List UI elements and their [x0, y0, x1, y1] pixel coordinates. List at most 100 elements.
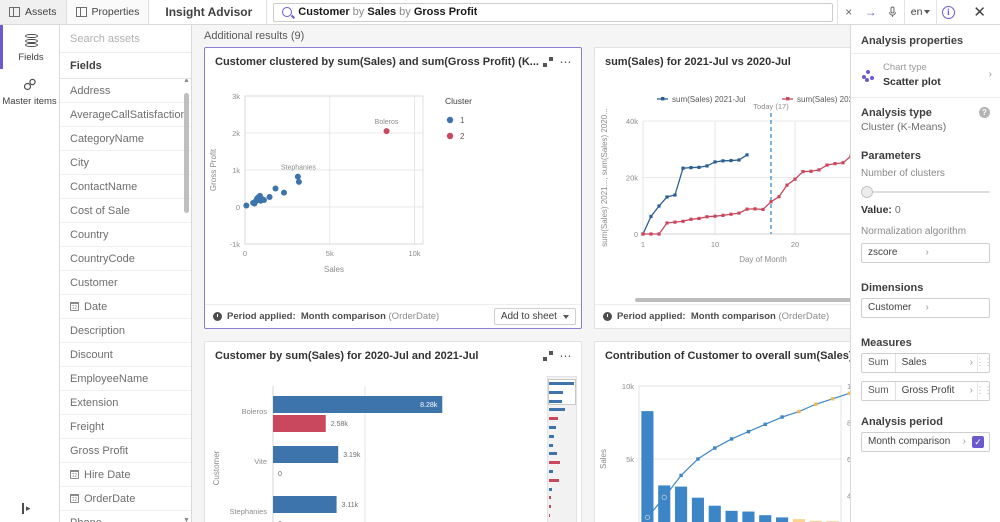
help-icon[interactable]: ? — [979, 107, 990, 119]
scatter-point[interactable] — [294, 173, 301, 180]
dimension-item-customer[interactable]: Customer › — [861, 297, 990, 318]
drag-handle-icon[interactable]: ⋮⋮ — [976, 381, 989, 400]
panel-icon — [75, 6, 87, 18]
bar[interactable] — [691, 497, 704, 522]
data-line[interactable] — [642, 154, 748, 235]
scatter-point[interactable] — [295, 178, 302, 185]
rail-item-master-items[interactable]: Master items — [0, 69, 59, 113]
assets-button[interactable]: Assets — [0, 0, 67, 24]
field-list-scrollbar[interactable]: ▲ ▼ — [183, 79, 190, 522]
field-item[interactable]: Discount — [60, 343, 191, 367]
field-item[interactable]: 12 Date — [60, 295, 191, 319]
microphone-icon[interactable] — [882, 0, 904, 24]
chart-minimap[interactable] — [546, 376, 577, 522]
line-chart[interactable]: 020k40k1102031Today (17)sum(Sales) 2021.… — [595, 76, 850, 304]
bar[interactable] — [273, 396, 443, 413]
normalization-label: Normalization algorithm — [861, 225, 967, 237]
scatter-point[interactable] — [260, 196, 267, 203]
field-item[interactable]: 12 Hire Date — [60, 463, 191, 487]
normalization-select[interactable]: zscore › — [861, 242, 990, 263]
bar[interactable] — [273, 446, 339, 463]
bar[interactable] — [775, 517, 789, 522]
scroll-up-icon[interactable]: ▲ — [183, 79, 190, 84]
scatter-chart[interactable]: -1k 0 1k 2k 3k 0 5k 10k Boleros Stephanies Gross P… — [205, 76, 581, 304]
analysis-period-checkbox[interactable]: ✓ — [972, 435, 984, 448]
chart-type-label: Chart type Scatter plot — [883, 60, 981, 90]
field-label: City — [70, 156, 89, 169]
field-item[interactable]: ContactName — [60, 175, 191, 199]
scatter-point[interactable] — [243, 202, 250, 209]
bar-chart[interactable]: 8.28k2.58kBoleros3.19k0Vite3.11k0Stephan… — [205, 370, 581, 522]
bar[interactable] — [742, 511, 755, 522]
rail-item-fields[interactable]: Fields — [0, 25, 59, 69]
analysis-period-header: Analysis period — [851, 407, 1000, 430]
bar[interactable] — [725, 510, 738, 522]
field-item[interactable]: CountryCode — [60, 247, 191, 271]
bar[interactable] — [641, 411, 654, 522]
clear-search-icon[interactable]: × — [838, 0, 860, 24]
normalization-value: zscore — [868, 247, 898, 259]
measure-item-gross-profit[interactable]: Sum Gross Profit › ⋮⋮ — [861, 380, 990, 401]
language-selector[interactable]: en — [903, 0, 938, 24]
scatter-point[interactable] — [280, 189, 287, 196]
scrollbar-thumb[interactable] — [184, 93, 189, 213]
card-menu-icon[interactable]: ⋯ — [557, 52, 575, 72]
field-item[interactable]: EmployeeName — [60, 367, 191, 391]
result-card-scatter[interactable]: Customer clustered by sum(Sales) and sum… — [204, 47, 582, 329]
chart-type-row[interactable]: Chart type Scatter plot › — [851, 53, 1000, 98]
properties-button[interactable]: Properties — [66, 0, 150, 24]
bar[interactable] — [273, 415, 326, 432]
card-menu-icon[interactable]: ⋯ — [557, 346, 575, 366]
drag-handle-icon[interactable]: ⋮⋮ — [976, 353, 989, 372]
bar[interactable] — [759, 515, 772, 522]
result-card-line[interactable]: sum(Sales) for 2021-Jul vs 2020-Jul ⋯ 0 2… — [593, 47, 850, 329]
pareto-chart[interactable]: 05k10k20.00%40.00%60.00%80.00%100.00%•••… — [595, 370, 850, 522]
field-item[interactable]: 12 OrderDate — [60, 487, 191, 511]
expand-icon[interactable] — [539, 52, 557, 72]
search-input[interactable]: Customer by Sales by Gross Profit — [273, 2, 833, 22]
submit-search-icon[interactable]: → — [860, 0, 882, 24]
measure-name: Gross Profit — [901, 385, 955, 397]
field-label: Hire Date — [84, 468, 131, 481]
expand-icon[interactable] — [539, 346, 557, 366]
field-item[interactable]: Customer — [60, 271, 191, 295]
panel-expander-handle[interactable]: ▸ — [22, 503, 31, 514]
field-item[interactable]: Cost of Sale — [60, 199, 191, 223]
scatter-point[interactable] — [383, 128, 390, 135]
minimap-bar — [548, 390, 564, 394]
result-card-pareto[interactable]: Contribution of Customer to overall sum(… — [593, 341, 850, 522]
left-rail: Fields Master items ▸ — [0, 25, 60, 522]
add-to-sheet-button[interactable]: Add to sheet — [493, 308, 576, 325]
field-label: Description — [70, 324, 126, 337]
scatter-point[interactable] — [266, 194, 273, 201]
field-item[interactable]: Extension — [60, 391, 191, 415]
close-button[interactable]: ✕ — [959, 0, 1000, 24]
result-card-bar[interactable]: Customer by sum(Sales) for 2020-Jul and … — [204, 341, 582, 522]
clusters-slider[interactable] — [861, 185, 990, 198]
field-item[interactable]: City — [60, 151, 191, 175]
field-item[interactable]: AverageCallSatisfaction — [60, 103, 191, 127]
field-list[interactable]: Address AverageCallSatisfaction CategoryNa… — [60, 79, 191, 522]
chart-text: sum(Sales) 2021..., sum(Sales) 2020... — [600, 108, 609, 247]
field-item[interactable]: Description — [60, 319, 191, 343]
field-item[interactable]: Freight — [60, 415, 191, 439]
field-item[interactable]: Gross Profit — [60, 439, 191, 463]
info-button[interactable]: i — [937, 0, 959, 24]
clusters-label: Number of clusters — [861, 167, 945, 179]
scroll-down-icon[interactable]: ▼ — [183, 517, 190, 522]
field-item[interactable]: Address — [60, 79, 191, 103]
analysis-period-item[interactable]: Month comparison › ✓ — [861, 431, 990, 452]
chart-text: 80.00% — [847, 419, 850, 428]
bar[interactable] — [674, 486, 688, 522]
field-item[interactable]: CategoryName — [60, 127, 191, 151]
bar[interactable] — [708, 505, 721, 522]
bar[interactable] — [273, 496, 337, 513]
field-item[interactable]: Country — [60, 223, 191, 247]
assets-search-input[interactable]: Search assets — [60, 25, 191, 53]
chart-horizontal-scrollbar[interactable] — [634, 298, 850, 302]
scatter-point[interactable] — [272, 185, 279, 192]
measure-item-sales[interactable]: Sum Sales › ⋮⋮ — [861, 352, 990, 373]
chart-text: 40k — [626, 117, 638, 126]
slider-knob[interactable] — [861, 185, 873, 198]
field-item[interactable]: Phone — [60, 511, 191, 522]
